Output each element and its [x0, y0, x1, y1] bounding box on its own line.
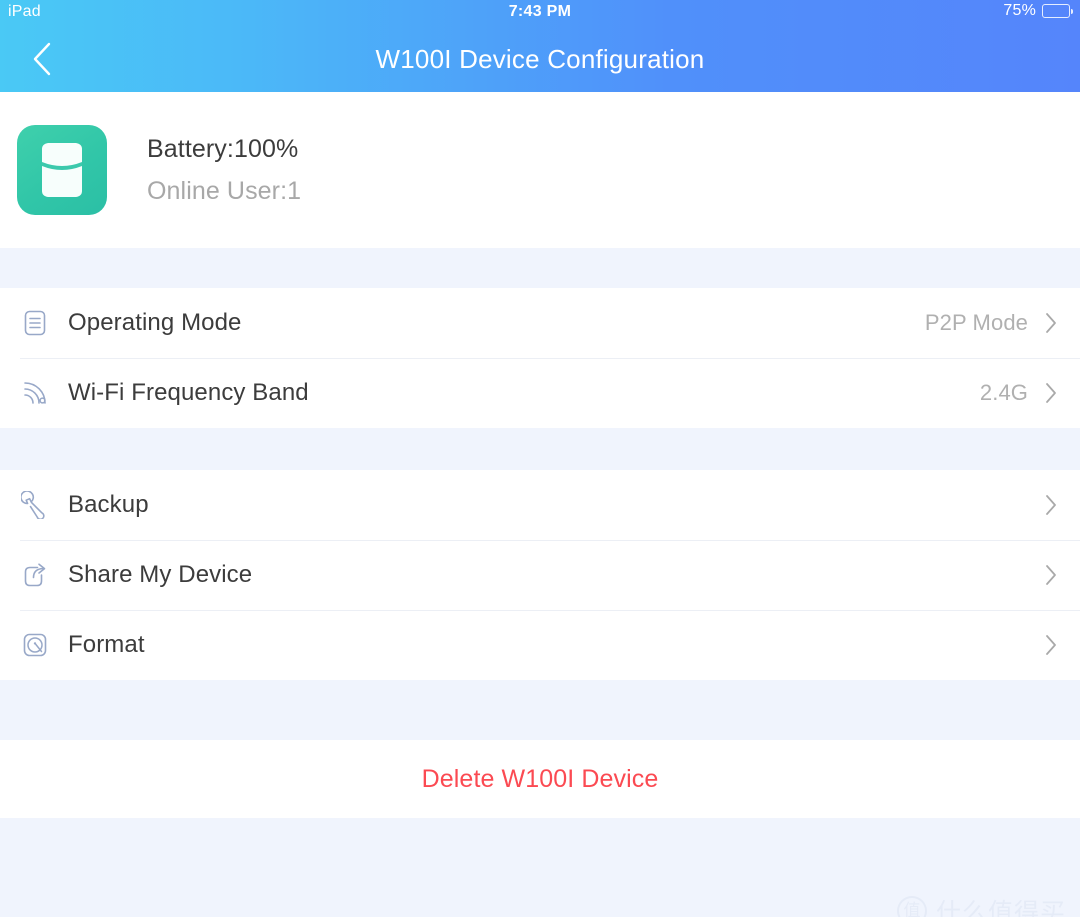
row-format[interactable]: Format: [0, 610, 1080, 680]
chevron-right-icon: [1042, 633, 1060, 657]
device-info-text: Battery:100% Online User:1: [147, 135, 301, 206]
wifi-signal-icon: [20, 378, 50, 408]
watermark-text: 什么值得买: [935, 898, 1066, 917]
disk-format-icon: [20, 630, 50, 660]
share-arrow-icon: [20, 560, 50, 590]
row-value-wifi-frequency-band: 2.4G: [979, 380, 1028, 405]
page-title: W100I Device Configuration: [375, 44, 705, 74]
chevron-right-icon: [1042, 563, 1060, 587]
battery-percent-label: 75%: [1003, 2, 1036, 19]
delete-device-label: Delete W100I Device: [421, 764, 659, 793]
section-gap-1: [0, 248, 1080, 288]
watermark-badge: 值: [896, 896, 927, 917]
status-time-label: 7:43 PM: [508, 3, 572, 20]
watermark: 值 什么值得买: [896, 893, 1066, 917]
device-info-card: Battery:100% Online User:1: [0, 92, 1080, 248]
delete-device-button[interactable]: Delete W100I Device: [0, 740, 1080, 818]
chevron-right-icon: [1042, 493, 1060, 517]
wrench-icon: [20, 490, 50, 520]
row-backup[interactable]: Backup: [0, 470, 1080, 540]
section-gap-2: [0, 428, 1080, 470]
row-label-operating-mode: Operating Mode: [68, 309, 242, 336]
section-gap-3: [0, 680, 1080, 740]
app-screen: iPad 7:43 PM 75% W100I Device Configurat…: [0, 0, 1080, 917]
list-lines-icon: [20, 308, 50, 338]
row-label-backup: Backup: [68, 491, 149, 518]
row-label-wifi-frequency-band: Wi-Fi Frequency Band: [68, 379, 309, 406]
drum-shape: [42, 143, 82, 197]
device-battery-label: Battery:100%: [147, 134, 299, 163]
row-wifi-frequency-band[interactable]: Wi-Fi Frequency Band 2.4G: [0, 358, 1080, 428]
device-drum-icon: [17, 125, 107, 215]
header: iPad 7:43 PM 75% W100I Device Configurat…: [0, 0, 1080, 92]
status-bar: iPad 7:43 PM 75%: [0, 0, 1080, 26]
chevron-right-icon: [1042, 381, 1060, 405]
row-label-format: Format: [68, 631, 145, 658]
settings-group-connection: Operating Mode P2P Mode Wi-Fi Frequency …: [0, 288, 1080, 428]
row-share-my-device[interactable]: Share My Device: [0, 540, 1080, 610]
nav-bar: W100I Device Configuration: [0, 26, 1080, 92]
row-label-share-my-device: Share My Device: [68, 561, 253, 588]
bottom-area: 值 什么值得买: [0, 818, 1080, 917]
device-online-user-label: Online User:1: [147, 176, 302, 205]
battery-icon: [1042, 4, 1073, 18]
row-value-operating-mode: P2P Mode: [924, 310, 1028, 335]
status-battery-group: 75%: [1003, 2, 1073, 20]
settings-group-actions: Backup Share My Device Format: [0, 470, 1080, 680]
row-operating-mode[interactable]: Operating Mode P2P Mode: [0, 288, 1080, 358]
chevron-right-icon: [1042, 311, 1060, 335]
